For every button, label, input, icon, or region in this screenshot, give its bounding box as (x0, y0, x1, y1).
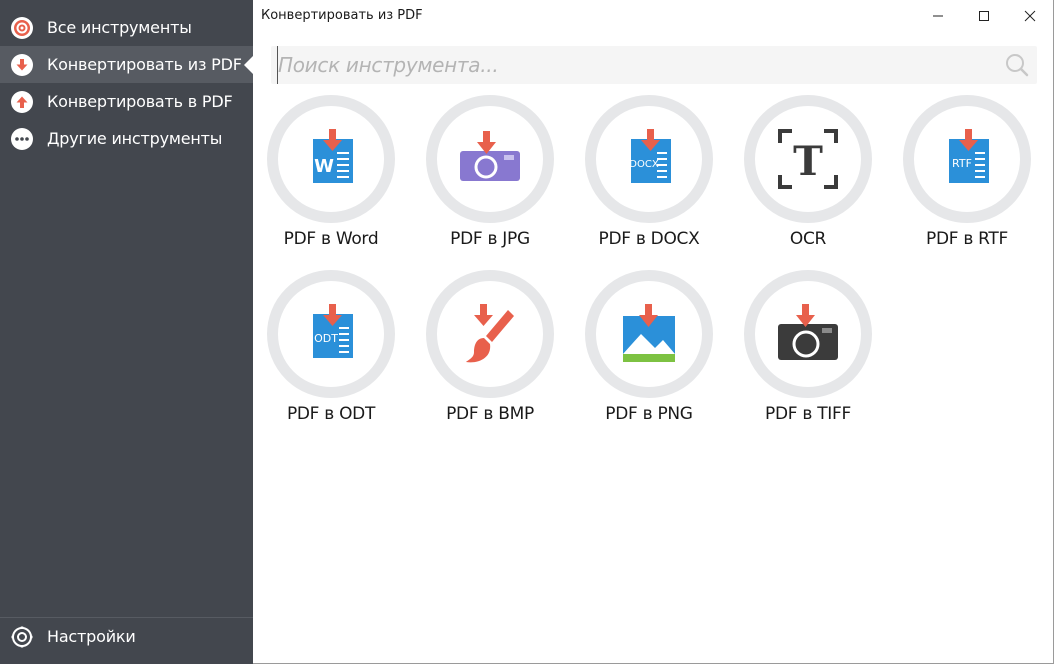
tool-pdf-to-jpg[interactable]: PDF в JPG (420, 95, 560, 255)
tool-ring (585, 270, 713, 398)
tool-ring (426, 95, 554, 223)
png-image-icon (623, 304, 675, 362)
sidebar-item-convert-to-pdf[interactable]: Конвертировать в PDF (0, 83, 253, 120)
search-icon[interactable] (1005, 53, 1029, 77)
ocr-text-icon: T (778, 129, 838, 189)
sidebar-item-label: Настройки (47, 627, 136, 646)
tool-label: PDF в DOCX (598, 229, 700, 249)
tool-label: PDF в JPG (450, 229, 530, 249)
tool-label: PDF в BMP (446, 404, 534, 424)
tool-ring: T (744, 95, 872, 223)
tool-pdf-to-rtf[interactable]: RTF PDF в RTF (897, 95, 1037, 255)
minimize-icon (933, 15, 943, 17)
tool-pdf-to-odt[interactable]: ODT PDF в ODT (261, 270, 401, 430)
tool-ring: W (267, 95, 395, 223)
svg-text:W: W (314, 156, 334, 177)
tool-label: PDF в TIFF (765, 404, 851, 424)
sidebar-item-all-tools[interactable]: Все инструменты (0, 9, 253, 46)
close-icon (1024, 10, 1036, 22)
tool-pdf-to-bmp[interactable]: PDF в BMP (420, 270, 560, 430)
sidebar-item-label: Конвертировать в PDF (47, 92, 233, 111)
maximize-button[interactable] (961, 0, 1007, 32)
tool-ocr[interactable]: T OCR (738, 95, 878, 255)
rtf-doc-icon: RTF (949, 129, 989, 183)
tool-pdf-to-png[interactable]: PDF в PNG (579, 270, 719, 430)
tool-pdf-to-docx[interactable]: DOCX PDF в DOCX (579, 95, 719, 255)
tool-ring (744, 270, 872, 398)
svg-text:DOCX: DOCX (629, 159, 659, 170)
bmp-brush-icon (466, 304, 514, 363)
sidebar-item-other-tools[interactable]: Другие инструменты (0, 120, 253, 157)
active-indicator (244, 56, 253, 74)
svg-text:ODT: ODT (314, 332, 338, 345)
search-input[interactable] (277, 46, 997, 84)
docx-doc-icon: DOCX (629, 129, 671, 183)
tiff-camera-icon (778, 304, 838, 360)
sidebar-item-convert-from-pdf[interactable]: Конвертировать из PDF (0, 46, 253, 83)
sidebar-item-settings[interactable]: Настройки (0, 618, 253, 655)
tool-pdf-to-word[interactable]: W PDF в Word (261, 95, 401, 255)
tool-label: PDF в ODT (286, 404, 376, 424)
svg-text:RTF: RTF (952, 157, 972, 170)
more-dots-icon (11, 127, 33, 150)
tool-label: PDF в PNG (605, 404, 693, 424)
target-icon (11, 16, 33, 39)
title-bar: Конвертировать из PDF (253, 0, 1053, 32)
close-button[interactable] (1007, 0, 1053, 32)
word-doc-icon: W (313, 129, 353, 183)
sidebar-item-label: Конвертировать из PDF (47, 55, 242, 74)
window-title: Конвертировать из PDF (261, 8, 423, 23)
svg-text:T: T (793, 138, 823, 185)
sidebar: Все инструменты Конвертировать из PDF Ко… (0, 0, 253, 664)
minimize-button[interactable] (915, 0, 961, 32)
tool-ring: DOCX (585, 95, 713, 223)
tool-ring (426, 270, 554, 398)
sidebar-item-label: Все инструменты (47, 18, 192, 37)
arrow-up-icon (11, 90, 33, 113)
tool-label: OCR (789, 229, 827, 249)
tool-label: PDF в Word (283, 229, 379, 249)
tool-ring: ODT (267, 270, 395, 398)
maximize-icon (979, 11, 989, 21)
gear-icon (11, 626, 33, 648)
tool-pdf-to-tiff[interactable]: PDF в TIFF (738, 270, 878, 430)
odt-doc-icon: ODT (313, 304, 353, 358)
tool-ring: RTF (903, 95, 1031, 223)
arrow-down-icon (11, 53, 33, 76)
jpg-camera-icon (460, 131, 520, 181)
search-bar (271, 46, 1037, 84)
sidebar-item-label: Другие инструменты (47, 129, 223, 148)
tool-label: PDF в RTF (926, 229, 1008, 249)
main-window: Конвертировать из PDF W (253, 0, 1054, 664)
